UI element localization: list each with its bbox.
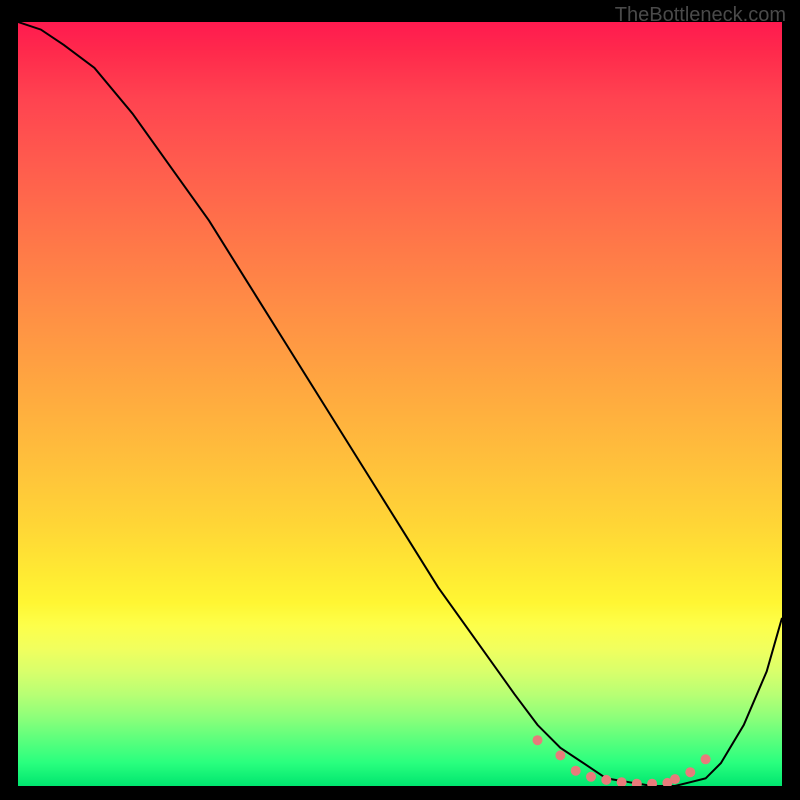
marker-dot xyxy=(533,735,543,745)
plot-area xyxy=(18,22,782,786)
marker-dot xyxy=(617,777,627,786)
marker-dot xyxy=(701,754,711,764)
marker-dot xyxy=(632,779,642,786)
marker-dot xyxy=(670,774,680,784)
optimal-markers xyxy=(533,735,711,786)
bottleneck-curve xyxy=(18,22,782,786)
watermark-text: TheBottleneck.com xyxy=(615,4,786,27)
chart-svg xyxy=(18,22,782,786)
marker-dot xyxy=(555,750,565,760)
marker-dot xyxy=(571,766,581,776)
marker-dot xyxy=(586,772,596,782)
marker-dot xyxy=(685,767,695,777)
marker-dot xyxy=(647,779,657,786)
marker-dot xyxy=(601,775,611,785)
